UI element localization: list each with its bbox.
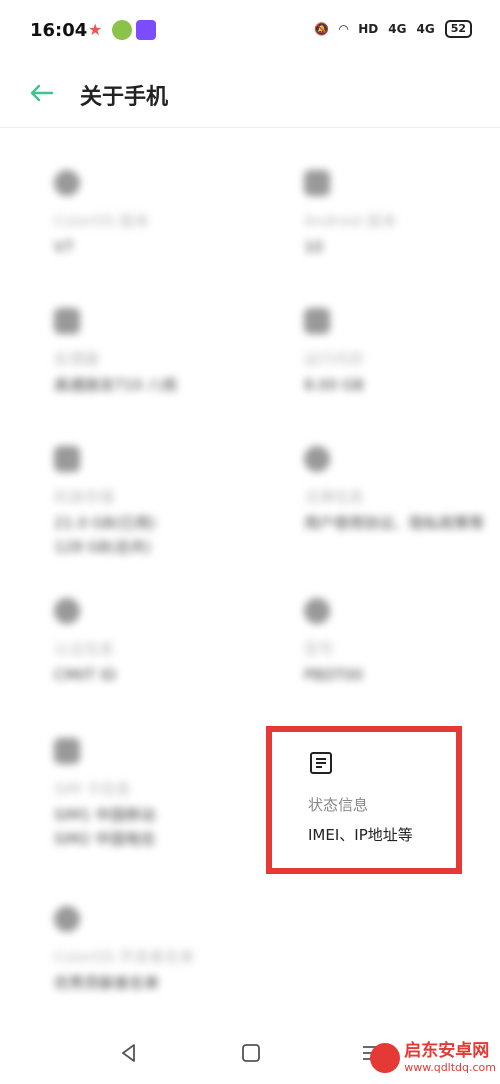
developer-icon <box>54 906 80 932</box>
certification-item[interactable]: 认证信息 CMIIT ID <box>54 598 254 687</box>
item-value: PBDT00 <box>304 666 364 684</box>
signal-2-icon: 4G <box>416 22 435 36</box>
item-label: ColorOS 版本 <box>54 212 150 230</box>
star-notification-icon: ★ <box>88 20 103 39</box>
certificate-icon <box>54 598 80 624</box>
android-version-item[interactable]: Android 版本 10 <box>304 170 500 259</box>
item-value: 高通骁龙710 八核 <box>54 376 178 394</box>
item-label: 运行内存 <box>304 350 365 368</box>
status-time: 16:04 <box>30 20 88 41</box>
video-notification-icon <box>136 20 156 40</box>
status-info-value: IMEI、IP地址等 <box>308 826 413 844</box>
watermark-logo-icon <box>370 1042 401 1073</box>
watermark-text: 启东安卓网 <box>404 1041 490 1061</box>
mute-icon: 🔕 <box>314 22 330 36</box>
coloros-version-item[interactable]: ColorOS 版本 V7 <box>54 170 254 259</box>
hd-indicator: HD <box>358 22 379 36</box>
model-item[interactable]: 型号 PBDT00 <box>304 598 500 687</box>
app-notification-icon <box>112 20 132 40</box>
item-value: 21.0 GB(已用) 128 GB(总共) <box>54 514 156 556</box>
legal-info-item[interactable]: 法律信息 用户使用协议、隐私政策等 <box>304 446 500 535</box>
android-icon <box>304 170 330 196</box>
item-value: 用户使用协议、隐私政策等 <box>304 514 485 532</box>
home-nav-icon[interactable] <box>240 1042 262 1064</box>
header-divider <box>0 127 500 128</box>
sim-card-icon <box>54 738 80 764</box>
copyright-icon <box>304 446 330 472</box>
model-icon <box>304 598 330 624</box>
item-value: CMIIT ID <box>54 666 117 684</box>
processor-item[interactable]: 处理器 高通骁龙710 八核 <box>54 308 254 397</box>
item-label: SIM 卡信息 <box>54 780 131 798</box>
back-arrow-icon[interactable] <box>26 78 56 108</box>
watermark-url: www.qdltdq.com <box>404 1061 496 1074</box>
blurred-info-grid: ColorOS 版本 V7 Android 版本 10 处理器 高通骁龙710 … <box>0 140 500 1020</box>
item-value: 8.00 GB <box>304 376 365 394</box>
status-info-label: 状态信息 <box>308 796 369 814</box>
document-list-icon <box>310 752 332 774</box>
signal-1-icon: 4G <box>388 22 407 36</box>
item-label: ColorOS 开发者名单 <box>54 948 195 966</box>
item-label: 处理器 <box>54 350 100 368</box>
item-label: Android 版本 <box>304 212 397 230</box>
site-watermark: 启东安卓网 www.qdltdq.com <box>370 1041 496 1074</box>
back-nav-icon[interactable] <box>118 1042 140 1064</box>
item-label: 型号 <box>304 640 335 658</box>
page-title: 关于手机 <box>80 85 169 110</box>
item-value: SIM1 中国移动 SIM2 中国电信 <box>54 806 156 848</box>
chip-icon <box>54 308 80 334</box>
memory-icon <box>304 308 330 334</box>
sim-info-item[interactable]: SIM 卡信息 SIM1 中国移动 SIM2 中国电信 <box>54 738 254 851</box>
item-value: 优秀贡献者名单 <box>54 974 160 992</box>
item-label: 认证信息 <box>54 640 115 658</box>
status-indicators: 🔕 ◠ HD 4G 4G 52 <box>314 20 472 38</box>
storage-item[interactable]: 机身存储 21.0 GB(已用) 128 GB(总共) <box>54 446 254 559</box>
developer-list-item[interactable]: ColorOS 开发者名单 优秀贡献者名单 <box>54 906 254 995</box>
wifi-icon: ◠ <box>339 22 349 36</box>
status-bar: 16:04 ★ 🔕 ◠ HD 4G 4G 52 <box>0 0 500 60</box>
app-header: 关于手机 <box>0 62 500 126</box>
item-value: 10 <box>304 238 324 256</box>
coloros-icon <box>54 170 80 196</box>
battery-indicator: 52 <box>444 20 472 38</box>
item-value: V7 <box>54 238 74 256</box>
item-label: 法律信息 <box>304 488 365 506</box>
memory-item[interactable]: 运行内存 8.00 GB <box>304 308 500 397</box>
storage-icon <box>54 446 80 472</box>
item-label: 机身存储 <box>54 488 115 506</box>
status-info-item[interactable]: 状态信息 IMEI、IP地址等 <box>266 726 462 874</box>
